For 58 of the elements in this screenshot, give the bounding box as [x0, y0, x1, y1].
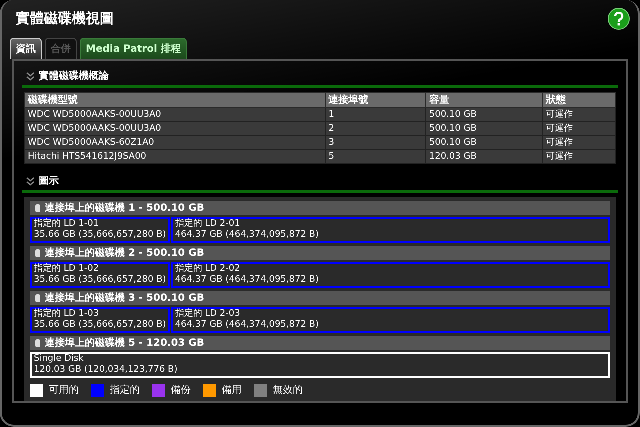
table-cell: 5 [325, 150, 426, 164]
tab[interactable]: 資訊 [10, 38, 42, 59]
partition-name: 指定的 LD 2-02 [175, 264, 242, 275]
column-header[interactable]: 連接埠號 [325, 92, 426, 108]
table-cell: 1 [325, 108, 426, 122]
legend-label: 指定的 [110, 384, 140, 397]
legend-label: 可用的 [49, 384, 79, 397]
partition-size: 120.03 GB (120,034,123,776 B) [34, 365, 179, 376]
chevron-icon[interactable] [26, 176, 35, 186]
partition-size: 35.66 GB (35,666,657,280 B) [34, 230, 166, 241]
table-cell: WDC WD5000AAKS-00UU3A0 [24, 108, 326, 122]
partition-block[interactable]: Single Disk 120.03 GB (120,034,123,776 B) [30, 352, 610, 378]
table-cell: 500.10 GB [426, 108, 543, 122]
partition-block[interactable]: 指定的 LD 1-01 35.66 GB (35,666,657,280 B) [30, 217, 170, 243]
table-cell: 可運作 [542, 136, 616, 150]
table-cell: 可運作 [542, 108, 616, 122]
legend-label: 無效的 [273, 384, 303, 397]
legend-label: 備用 [222, 384, 242, 397]
table-cell: 500.10 GB [426, 122, 543, 136]
partition-block[interactable]: 指定的 LD 2-02 464.37 GB (464,374,095,872 B) [171, 262, 610, 288]
table-cell: 可運作 [542, 150, 616, 164]
partition-block[interactable]: 指定的 LD 1-02 35.66 GB (35,666,657,280 B) [30, 262, 170, 288]
table-cell: 120.03 GB [426, 150, 543, 164]
chevron-icon[interactable] [26, 72, 35, 80]
partition-size: 464.37 GB (464,374,095,872 B) [175, 230, 320, 241]
legend-label: 備份 [171, 384, 191, 397]
disk-title: 連接埠上的磁碟機 1 - 500.10 GB [45, 202, 204, 215]
disk-title: 連接埠上的磁碟機 2 - 500.10 GB [45, 246, 204, 260]
column-header[interactable]: 磁碟機型號 [24, 92, 326, 108]
partition-size: 464.37 GB (464,374,095,872 B) [175, 320, 320, 331]
partition-block[interactable]: 指定的 LD 2-03 464.37 GB (464,374,095,872 B) [171, 307, 610, 333]
disk-title: 連接埠上的磁碟機 5 - 120.03 GB [45, 336, 204, 350]
window-title: 實體磁碟機視圖 [16, 10, 114, 28]
partition-name: Single Disk [34, 354, 85, 365]
partition-name: 指定的 LD 2-03 [175, 309, 242, 320]
table-cell: 500.10 GB [426, 136, 543, 150]
partition-block[interactable]: 指定的 LD 1-03 35.66 GB (35,666,657,280 B) [30, 307, 170, 333]
section-title: 實體磁碟機概論 [39, 70, 109, 83]
table-cell: WDC WD5000AAKS-60Z1A0 [24, 136, 326, 150]
table-cell: Hitachi HTS541612J9SA00 [24, 150, 326, 164]
table-cell: WDC WD5000AAKS-00UU3A0 [24, 122, 326, 136]
help-icon[interactable] [608, 8, 630, 30]
table-cell: 可運作 [542, 122, 616, 136]
partition-block[interactable]: 指定的 LD 2-01 464.37 GB (464,374,095,872 B) [171, 217, 610, 243]
partition-size: 35.66 GB (35,666,657,280 B) [34, 275, 166, 286]
partition-name: 指定的 LD 1-01 [34, 219, 100, 230]
section-title: 圖示 [39, 175, 59, 188]
disk-title: 連接埠上的磁碟機 3 - 500.10 GB [45, 292, 204, 305]
tab[interactable]: Media Patrol 排程 [80, 38, 187, 59]
table-cell: 3 [325, 136, 426, 150]
partition-size: 35.66 GB (35,666,657,280 B) [34, 320, 166, 331]
column-header[interactable]: 狀態 [542, 92, 616, 108]
partition-name: 指定的 LD 1-02 [34, 264, 100, 275]
partition-size: 464.37 GB (464,374,095,872 B) [175, 275, 320, 286]
table-cell: 2 [325, 122, 426, 136]
partition-name: 指定的 LD 1-03 [34, 309, 100, 320]
partition-name: 指定的 LD 2-01 [175, 219, 242, 230]
column-header[interactable]: 容量 [426, 92, 543, 108]
